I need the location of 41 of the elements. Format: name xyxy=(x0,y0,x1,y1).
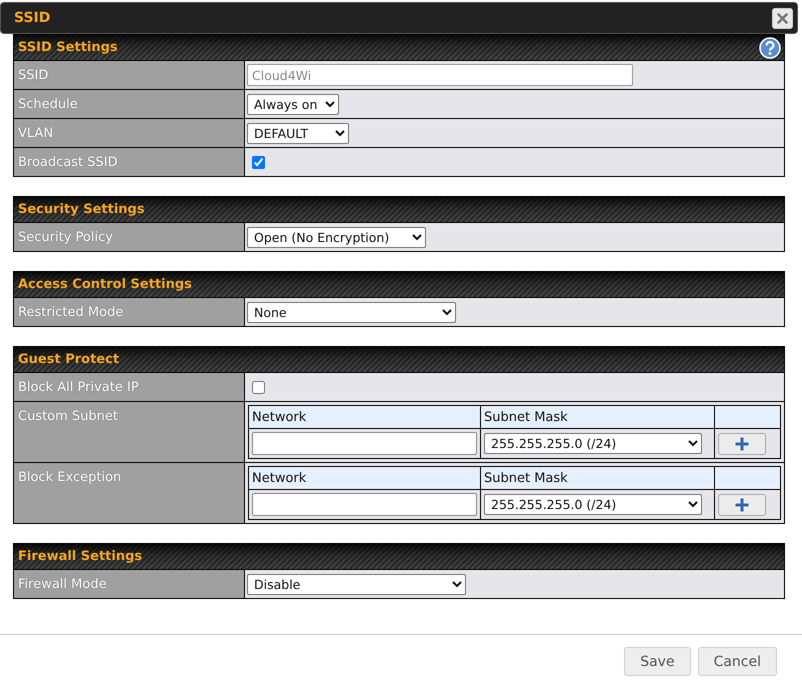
dropdown[interactable]: None xyxy=(247,302,456,322)
dropdown[interactable]: Disable xyxy=(247,574,466,594)
setting-label: Firewall Mode xyxy=(14,570,245,598)
section-title: Guest Protect xyxy=(18,352,120,367)
checkbox[interactable] xyxy=(252,380,265,394)
footer-button[interactable]: Save xyxy=(624,647,691,676)
plus-icon xyxy=(735,436,749,450)
footer-button[interactable]: Cancel xyxy=(698,647,777,676)
column-header: Network xyxy=(249,467,481,490)
plus-icon xyxy=(735,498,749,512)
section-title: Security Settings xyxy=(18,202,145,217)
close-icon xyxy=(777,12,788,24)
subnet-mask-dropdown[interactable]: 255.255.255.0 (/24) xyxy=(484,433,702,454)
setting-label: Broadcast SSID xyxy=(14,148,245,176)
setting-label: Restricted Mode xyxy=(14,298,245,326)
section-title: Firewall Settings xyxy=(18,549,142,564)
dropdown[interactable]: DEFAULT xyxy=(247,122,349,144)
setting-label: SSID xyxy=(14,61,245,89)
setting-label: Block All Private IP xyxy=(14,373,245,401)
column-header: Subnet Mask xyxy=(481,467,715,490)
dropdown[interactable]: Always on xyxy=(247,94,339,114)
checkbox[interactable] xyxy=(252,156,265,168)
setting-label: Custom Subnet xyxy=(14,402,245,462)
section-title: Access Control Settings xyxy=(18,277,192,292)
help-icon[interactable] xyxy=(759,36,781,58)
network-input[interactable] xyxy=(252,493,477,516)
column-header: Subnet Mask xyxy=(481,406,715,429)
add-button[interactable] xyxy=(718,494,766,516)
add-button[interactable] xyxy=(718,432,766,454)
dialog-title: SSID xyxy=(14,10,50,26)
subnet-mask-dropdown[interactable]: 255.255.255.0 (/24) xyxy=(484,494,702,515)
setting-label: Security Policy xyxy=(14,223,245,251)
text-input[interactable]: Cloud4Wi xyxy=(247,64,633,86)
setting-label: VLAN xyxy=(14,119,245,147)
dropdown[interactable]: Open (No Encryption) xyxy=(247,226,426,248)
section-title: SSID Settings xyxy=(18,40,118,55)
network-input[interactable] xyxy=(252,432,477,455)
setting-label: Schedule xyxy=(14,90,245,118)
column-header: Network xyxy=(249,406,481,429)
close-button[interactable] xyxy=(772,8,793,28)
setting-label: Block Exception xyxy=(14,463,245,523)
